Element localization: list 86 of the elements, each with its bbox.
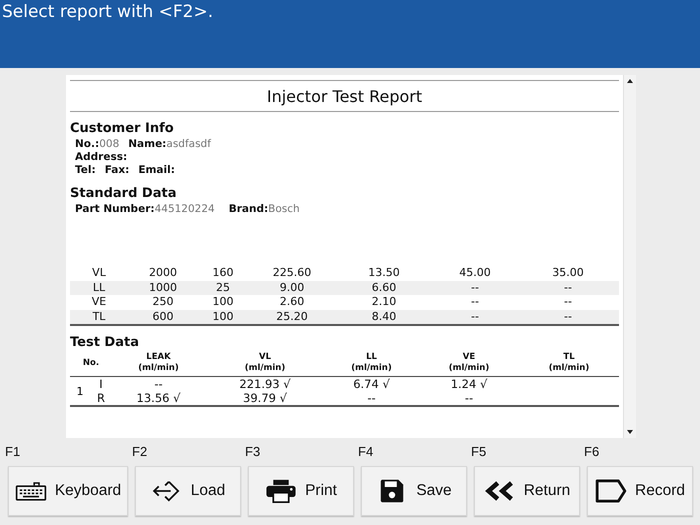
table-cell-text: -- bbox=[563, 295, 573, 310]
keyboard-icon bbox=[14, 479, 47, 503]
function-key-label: F5 bbox=[471, 444, 488, 461]
field-label: Tel: bbox=[75, 164, 96, 176]
table-cell-text: -- bbox=[563, 310, 573, 324]
function-key-label: F6 bbox=[584, 444, 600, 461]
table-cell-text: 2.60 bbox=[278, 295, 306, 310]
table-cell-text: -- bbox=[464, 391, 474, 405]
table-cell-text: -- bbox=[470, 280, 480, 295]
table-cell-text: 35.00 bbox=[551, 266, 585, 280]
table-cell-text: 1000 bbox=[148, 280, 178, 295]
table-cell-text: -- bbox=[470, 295, 480, 310]
function-button[interactable]: Record bbox=[587, 466, 693, 516]
table-cell-text: 221.93 √ bbox=[238, 377, 292, 391]
table-cell-text: -- bbox=[153, 377, 164, 391]
column-header: LL bbox=[365, 352, 378, 363]
function-button[interactable]: Load bbox=[135, 466, 241, 516]
section-heading: Standard Data bbox=[70, 186, 178, 201]
table-cell-text: VL bbox=[91, 266, 107, 280]
scroll-up-icon[interactable] bbox=[626, 78, 634, 84]
function-key-label: F2 bbox=[132, 444, 148, 461]
table-cell-text: 2.10 bbox=[370, 295, 398, 310]
table-cell-text: -- bbox=[563, 280, 573, 295]
table-cell-text: 25 bbox=[215, 280, 231, 295]
field-label: Address: bbox=[75, 151, 128, 163]
function-key-label: F1 bbox=[5, 444, 22, 461]
function-button[interactable]: Save bbox=[361, 466, 467, 516]
column-header: LEAK bbox=[145, 352, 172, 363]
table-cell-text: -- bbox=[366, 391, 377, 405]
table-cell-text: 25.20 bbox=[275, 310, 309, 324]
field-value: Bosch bbox=[268, 203, 300, 215]
table-cell-text: 225.60 bbox=[272, 266, 312, 280]
function-key-label: F3 bbox=[245, 444, 262, 461]
report-title: Injector Test Report bbox=[70, 80, 619, 112]
table-cell-text: VE bbox=[90, 295, 108, 310]
column-header: VL bbox=[258, 352, 272, 363]
table-cell-text: 6.60 bbox=[370, 280, 398, 295]
scrollbar[interactable] bbox=[623, 75, 636, 438]
field-label: Email: bbox=[138, 164, 175, 176]
column-unit: (ml/min) bbox=[548, 363, 590, 374]
column-unit: (ml/min) bbox=[137, 363, 180, 374]
table-cell-text: 160 bbox=[212, 266, 234, 280]
double-chevron-left-icon bbox=[484, 479, 516, 503]
field-value: asdfasdf bbox=[166, 138, 211, 150]
column-header: VE bbox=[462, 352, 476, 363]
table-cell-text: 8.40 bbox=[370, 310, 398, 324]
column-header: No. bbox=[82, 358, 100, 368]
scroll-down-icon[interactable] bbox=[626, 429, 634, 435]
function-button[interactable]: Print bbox=[248, 466, 354, 516]
table-cell-text: I bbox=[98, 377, 104, 391]
column-header: TL bbox=[562, 352, 576, 363]
table-cell-text: 6.74 √ bbox=[352, 377, 391, 391]
table-cell-text: TL bbox=[92, 310, 106, 324]
table-cell-text: -- bbox=[470, 310, 480, 324]
section-heading: Test Data bbox=[70, 335, 140, 350]
prompt-text: Select report with <F2>. bbox=[2, 2, 214, 22]
printer-icon bbox=[265, 479, 298, 503]
function-button[interactable]: Keyboard bbox=[8, 466, 128, 516]
table-cell-text: 600 bbox=[152, 310, 174, 324]
field-label: Part Number: bbox=[75, 203, 155, 215]
field-label: Brand: bbox=[228, 203, 268, 215]
column-unit: (ml/min) bbox=[350, 363, 393, 374]
table-cell-text: R bbox=[96, 391, 106, 405]
table-cell-text: 45.00 bbox=[458, 266, 492, 280]
table-cell-text: 100 bbox=[212, 310, 234, 324]
table-cell-text: 100 bbox=[212, 295, 234, 310]
field-label: Fax: bbox=[104, 164, 130, 176]
field-label: Name: bbox=[128, 138, 166, 150]
table-cell-text: 1.24 √ bbox=[450, 377, 488, 391]
field-label: No.: bbox=[75, 138, 100, 150]
table-cell-text: LL bbox=[92, 280, 106, 295]
column-unit: (ml/min) bbox=[448, 363, 490, 374]
table-cell-text: 13.50 bbox=[367, 266, 401, 280]
table-cell-text: 2000 bbox=[148, 266, 178, 280]
table-cell-text: 1 bbox=[76, 384, 84, 398]
column-unit: (ml/min) bbox=[244, 363, 286, 374]
table-cell-text: 39.79 √ bbox=[242, 391, 288, 405]
table-cell-text: 9.00 bbox=[278, 280, 306, 295]
tag-icon bbox=[595, 479, 628, 503]
table-cell-text: 250 bbox=[152, 295, 174, 310]
section-heading: Customer Info bbox=[70, 121, 175, 136]
function-key-label: F4 bbox=[358, 444, 374, 461]
field-value: 445120224 bbox=[154, 203, 215, 215]
table-cell-text: 13.56 √ bbox=[136, 391, 182, 405]
function-button[interactable]: Return bbox=[474, 466, 580, 516]
field-value: 008 bbox=[99, 138, 120, 150]
